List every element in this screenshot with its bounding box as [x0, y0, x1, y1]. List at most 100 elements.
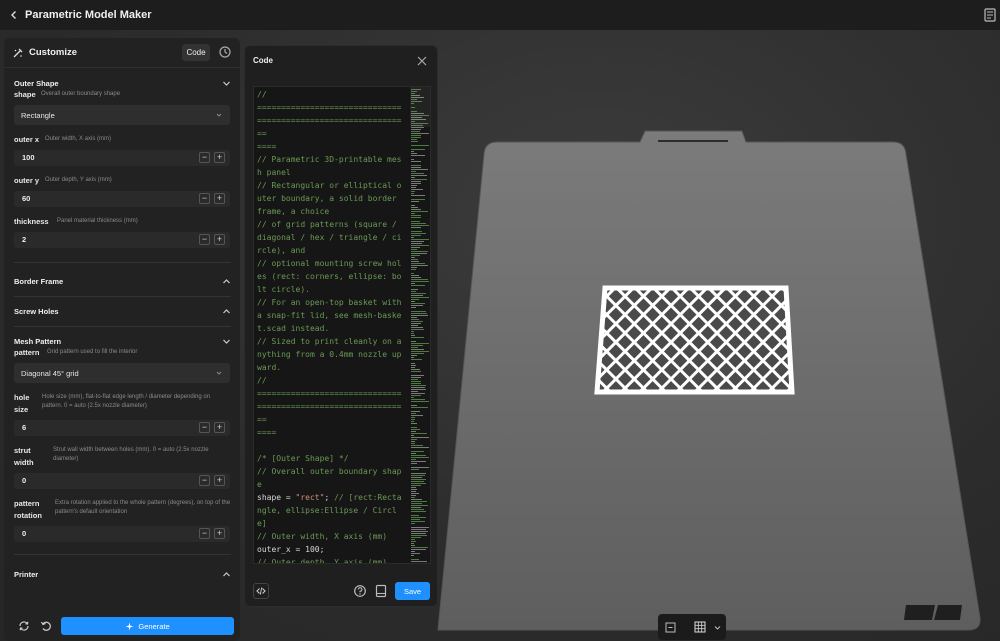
chevron-down-icon: [216, 371, 222, 375]
hole-size-field[interactable]: 6 − +: [14, 420, 230, 436]
code-panel: Code //=================================…: [244, 45, 438, 607]
history-icon[interactable]: [218, 45, 232, 59]
pattern-select-value: Diagonal 45° grid: [21, 368, 79, 378]
thickness-field[interactable]: 2 − +: [14, 232, 230, 248]
thickness-decrement[interactable]: −: [199, 234, 210, 245]
book-icon[interactable]: [374, 584, 388, 598]
chevron-up-icon: [223, 571, 230, 576]
save-button[interactable]: Save: [395, 582, 430, 600]
code-text[interactable]: //======================================…: [257, 88, 407, 563]
param-label-hole-size-2: size: [14, 405, 29, 414]
section-mesh-pattern[interactable]: Mesh Pattern: [14, 334, 231, 348]
generate-label: Generate: [138, 621, 170, 631]
help-icon[interactable]: [353, 584, 367, 598]
notes-icon[interactable]: [984, 8, 996, 22]
undo-icon: [40, 621, 51, 631]
param-label-strut-width: strut: [14, 446, 31, 455]
section-title: Screw Holes: [14, 306, 59, 316]
code-button[interactable]: Code: [182, 44, 210, 61]
param-label-pattern: pattern: [14, 348, 40, 357]
strut-width-field[interactable]: 0 − +: [14, 473, 230, 489]
param-desc-strut-width: Strut wall width between holes (mm). 0 =…: [53, 447, 209, 462]
pattern-rotation-field[interactable]: 0 − +: [14, 526, 230, 542]
view-cube-button[interactable]: [662, 619, 678, 635]
param-desc-thickness: Panel material thickness (mm): [57, 218, 138, 224]
code-line: ====: [257, 428, 277, 437]
param-desc-shape: Overall outer boundary shape: [41, 91, 121, 97]
section-border-frame[interactable]: Border Frame: [14, 274, 231, 288]
section-outer-shape[interactable]: Outer Shape: [14, 76, 231, 90]
view-controls: [658, 614, 726, 640]
code-editor[interactable]: //======================================…: [253, 86, 431, 564]
sparkle-icon: [125, 622, 134, 630]
grid-toggle-button[interactable]: [692, 619, 708, 635]
thickness-increment[interactable]: +: [214, 234, 225, 245]
code-line: // Overall outer boundary shape: [257, 467, 402, 489]
app-title: Parametric Model Maker: [25, 9, 152, 21]
customize-icon: [13, 48, 23, 57]
divider: [14, 262, 231, 263]
outer-y-field[interactable]: 60 − +: [14, 191, 230, 207]
close-icon[interactable]: [417, 56, 427, 66]
reset-button[interactable]: [16, 618, 32, 634]
param-label-shape: shape: [14, 90, 36, 99]
back-icon: [11, 11, 16, 19]
outer-y-value: 60: [22, 194, 31, 203]
bed-logo: [904, 605, 935, 620]
chevron-up-icon: [223, 278, 230, 283]
undo-button[interactable]: [38, 618, 54, 634]
outer-x-value: 100: [22, 153, 35, 162]
view-cube-icon: [665, 622, 675, 632]
hole-size-decrement[interactable]: −: [199, 422, 210, 433]
strut-width-value: 0: [22, 476, 27, 485]
hole-size-increment[interactable]: +: [214, 422, 225, 433]
param-desc-hole-size: Hole size (mm), flat-to-flat edge length…: [42, 394, 211, 409]
chevron-down-icon: [223, 81, 230, 86]
code-line: /* [Outer Shape] */: [257, 454, 349, 463]
outer-y-increment[interactable]: +: [214, 193, 225, 204]
param-label-pattern-rotation-2: rotation: [14, 511, 42, 520]
outer-x-increment[interactable]: +: [214, 152, 225, 163]
param-desc-outer-y: Outer depth, Y axis (mm): [45, 177, 112, 183]
section-printer[interactable]: Printer: [14, 567, 231, 581]
back-button[interactable]: [3, 4, 25, 26]
pattern-rotation-decrement[interactable]: −: [199, 528, 210, 539]
code-line: // Rectangular or elliptical outer bound…: [257, 181, 402, 216]
shape-select[interactable]: Rectangle: [14, 105, 230, 125]
chevron-down-icon: [216, 113, 222, 117]
code-line: // of grid patterns (square / diagonal /…: [257, 220, 402, 255]
strut-width-decrement[interactable]: −: [199, 475, 210, 486]
shape-select-value: Rectangle: [21, 110, 55, 120]
pattern-select[interactable]: Diagonal 45° grid: [14, 363, 230, 383]
pattern-rotation-value: 0: [22, 529, 27, 538]
outer-x-decrement[interactable]: −: [199, 152, 210, 163]
divider: [14, 326, 231, 327]
outer-x-field[interactable]: 100 − +: [14, 150, 230, 166]
pattern-rotation-increment[interactable]: +: [214, 528, 225, 539]
param-label-hole-size: hole: [14, 393, 30, 402]
code-minimap[interactable]: [410, 87, 431, 564]
divider: [14, 296, 231, 297]
param-label-thickness: thickness: [14, 217, 49, 226]
generate-button[interactable]: Generate: [61, 617, 234, 635]
param-desc-pattern-rotation: Extra rotation applied to the whole patt…: [55, 500, 231, 515]
code-panel-title: Code: [253, 56, 273, 65]
view-options-dropdown[interactable]: [712, 619, 722, 635]
param-label-outer-y: outer y: [14, 176, 40, 185]
app-header: Parametric Model Maker: [0, 0, 1000, 30]
code-line: ====: [257, 142, 277, 151]
outer-y-decrement[interactable]: −: [199, 193, 210, 204]
code-icon: [256, 587, 266, 595]
section-title: Outer Shape: [14, 78, 59, 88]
grid-icon: [694, 621, 706, 633]
section-title: Border Frame: [14, 276, 64, 286]
code-view-toggle-button[interactable]: [253, 583, 269, 599]
strut-width-increment[interactable]: +: [214, 475, 225, 486]
code-line: // optional mounting screw holes (rect: …: [257, 259, 402, 294]
section-screw-holes[interactable]: Screw Holes: [14, 304, 231, 318]
param-desc-outer-x: Outer width, X axis (mm): [45, 136, 112, 142]
code-line: // For an open-top basket with a snap-fi…: [257, 298, 407, 333]
code-line: // Sized to print cleanly on anything fr…: [257, 337, 402, 372]
code-line: shape = "rect"; // [rect:Rectangle, elli…: [257, 493, 402, 528]
